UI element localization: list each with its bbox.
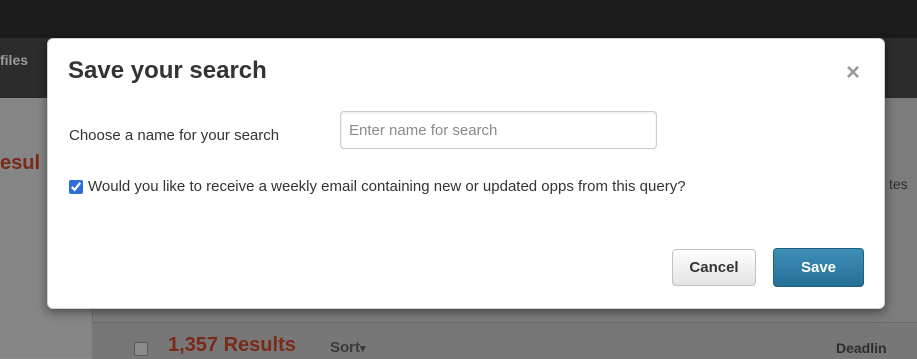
close-icon[interactable]: × xyxy=(842,59,864,87)
search-name-label: Choose a name for your search xyxy=(69,127,280,144)
background-sort-menu: Sort▾ xyxy=(330,339,366,356)
background-top-bar xyxy=(0,0,917,38)
weekly-email-label: Would you like to receive a weekly email… xyxy=(88,178,686,195)
save-button[interactable]: Save xyxy=(773,248,864,287)
background-results-heading: esul xyxy=(0,152,41,174)
background-select-all-checkbox xyxy=(134,342,148,356)
search-name-input[interactable] xyxy=(340,111,657,149)
background-results-count: 1,357 Results xyxy=(168,334,296,356)
background-nav-item: files xyxy=(0,52,29,68)
chevron-down-icon: ▾ xyxy=(360,343,366,355)
save-search-modal: Save your search × Choose a name for you… xyxy=(47,38,885,309)
modal-title: Save your search xyxy=(68,57,267,84)
background-right-label: tes xyxy=(889,176,908,192)
background-sort-label: Sort xyxy=(330,339,360,356)
background-deadline-column: Deadlin xyxy=(836,340,887,356)
cancel-button[interactable]: Cancel xyxy=(672,249,756,286)
weekly-email-checkbox[interactable] xyxy=(69,179,83,194)
weekly-email-option[interactable]: Would you like to receive a weekly email… xyxy=(69,178,686,195)
